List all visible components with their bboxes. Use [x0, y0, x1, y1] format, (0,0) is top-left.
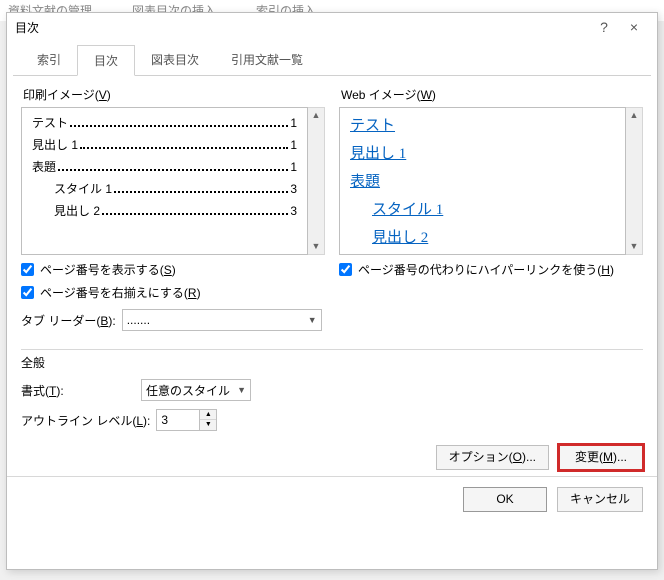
- tab-authorities[interactable]: 引用文献一覧: [215, 45, 319, 75]
- show-page-numbers-label: ページ番号を表示する(S): [40, 261, 176, 278]
- scroll-down-icon[interactable]: ▼: [630, 242, 639, 251]
- toc-line: 表題1: [32, 158, 297, 175]
- web-preview-scrollbar[interactable]: ▲ ▼: [626, 107, 643, 255]
- format-label: 書式(T):: [21, 382, 135, 399]
- close-icon[interactable]: ×: [619, 19, 649, 35]
- spinner-down-icon[interactable]: ▼: [200, 420, 216, 430]
- outline-level-input[interactable]: [157, 410, 199, 430]
- web-toc-link[interactable]: 見出し 1: [350, 142, 615, 163]
- footer-main-row: OK キャンセル: [7, 476, 657, 526]
- web-toc-link[interactable]: 見出し 2: [350, 226, 615, 247]
- web-preview: テスト見出し 1 表題スタイル 1 見出し 2: [339, 107, 626, 255]
- scroll-up-icon[interactable]: ▲: [630, 111, 639, 120]
- print-preview-scrollbar[interactable]: ▲ ▼: [308, 107, 325, 255]
- cancel-button[interactable]: キャンセル: [557, 487, 643, 512]
- divider: [21, 349, 643, 350]
- web-preview-label: Web イメージ(W): [341, 86, 643, 103]
- titlebar: 目次 ? ×: [7, 13, 657, 41]
- toc-line: スタイル 13: [32, 180, 297, 197]
- show-page-numbers-checkbox[interactable]: [21, 263, 34, 276]
- tab-index[interactable]: 索引: [21, 45, 77, 75]
- right-align-pg-checkbox[interactable]: [21, 286, 34, 299]
- toc-line: 見出し 23: [32, 202, 297, 219]
- options-button[interactable]: オプション(O)...: [436, 445, 549, 470]
- modify-button[interactable]: 変更(M)...: [559, 445, 643, 470]
- spinner-up-icon[interactable]: ▲: [200, 410, 216, 420]
- web-toc-link[interactable]: 表題: [350, 170, 615, 191]
- ok-button[interactable]: OK: [463, 487, 547, 512]
- use-hyperlinks-row: ページ番号の代わりにハイパーリンクを使う(H): [339, 261, 643, 278]
- format-combo[interactable]: 任意のスタイル▼: [141, 379, 251, 401]
- chevron-down-icon: ▼: [302, 315, 317, 325]
- general-heading: 全般: [21, 354, 643, 371]
- right-align-pg-label: ページ番号を右揃えにする(R): [40, 284, 201, 301]
- tab-leader-label: タブ リーダー(B):: [21, 312, 116, 329]
- format-row: 書式(T): 任意のスタイル▼: [21, 379, 643, 401]
- footer-options-row: オプション(O)... 変更(M)...: [7, 439, 657, 476]
- tab-toc[interactable]: 目次: [77, 45, 135, 76]
- web-toc-link[interactable]: テスト: [350, 114, 615, 135]
- tab-strip: 索引 目次 図表目次 引用文献一覧: [13, 41, 651, 76]
- tab-leader-row: タブ リーダー(B): .......▼: [21, 309, 325, 331]
- right-align-pg-row: ページ番号を右揃えにする(R): [21, 284, 325, 301]
- web-toc-link[interactable]: スタイル 1: [350, 198, 615, 219]
- print-preview: テスト1 見出し 11 表題1 スタイル 13 見出し 23: [21, 107, 308, 255]
- chevron-down-icon: ▼: [231, 385, 246, 395]
- use-hyperlinks-label: ページ番号の代わりにハイパーリンクを使う(H): [358, 261, 614, 278]
- show-page-numbers-row: ページ番号を表示する(S): [21, 261, 325, 278]
- outline-level-label: アウトライン レベル(L):: [21, 412, 150, 429]
- toc-line: 見出し 11: [32, 136, 297, 153]
- toc-line: テスト1: [32, 114, 297, 131]
- tab-figures[interactable]: 図表目次: [135, 45, 215, 75]
- help-icon[interactable]: ?: [589, 19, 619, 35]
- scroll-down-icon[interactable]: ▼: [312, 242, 321, 251]
- dialog-title: 目次: [15, 19, 589, 36]
- outline-level-row: アウトライン レベル(L): ▲ ▼: [21, 409, 643, 431]
- print-preview-label: 印刷イメージ(V): [23, 86, 325, 103]
- outline-level-spinner[interactable]: ▲ ▼: [156, 409, 217, 431]
- scroll-up-icon[interactable]: ▲: [312, 111, 321, 120]
- tab-leader-combo[interactable]: .......▼: [122, 309, 322, 331]
- toc-dialog: 目次 ? × 索引 目次 図表目次 引用文献一覧 印刷イメージ(V) テスト1 見…: [6, 12, 658, 570]
- use-hyperlinks-checkbox[interactable]: [339, 263, 352, 276]
